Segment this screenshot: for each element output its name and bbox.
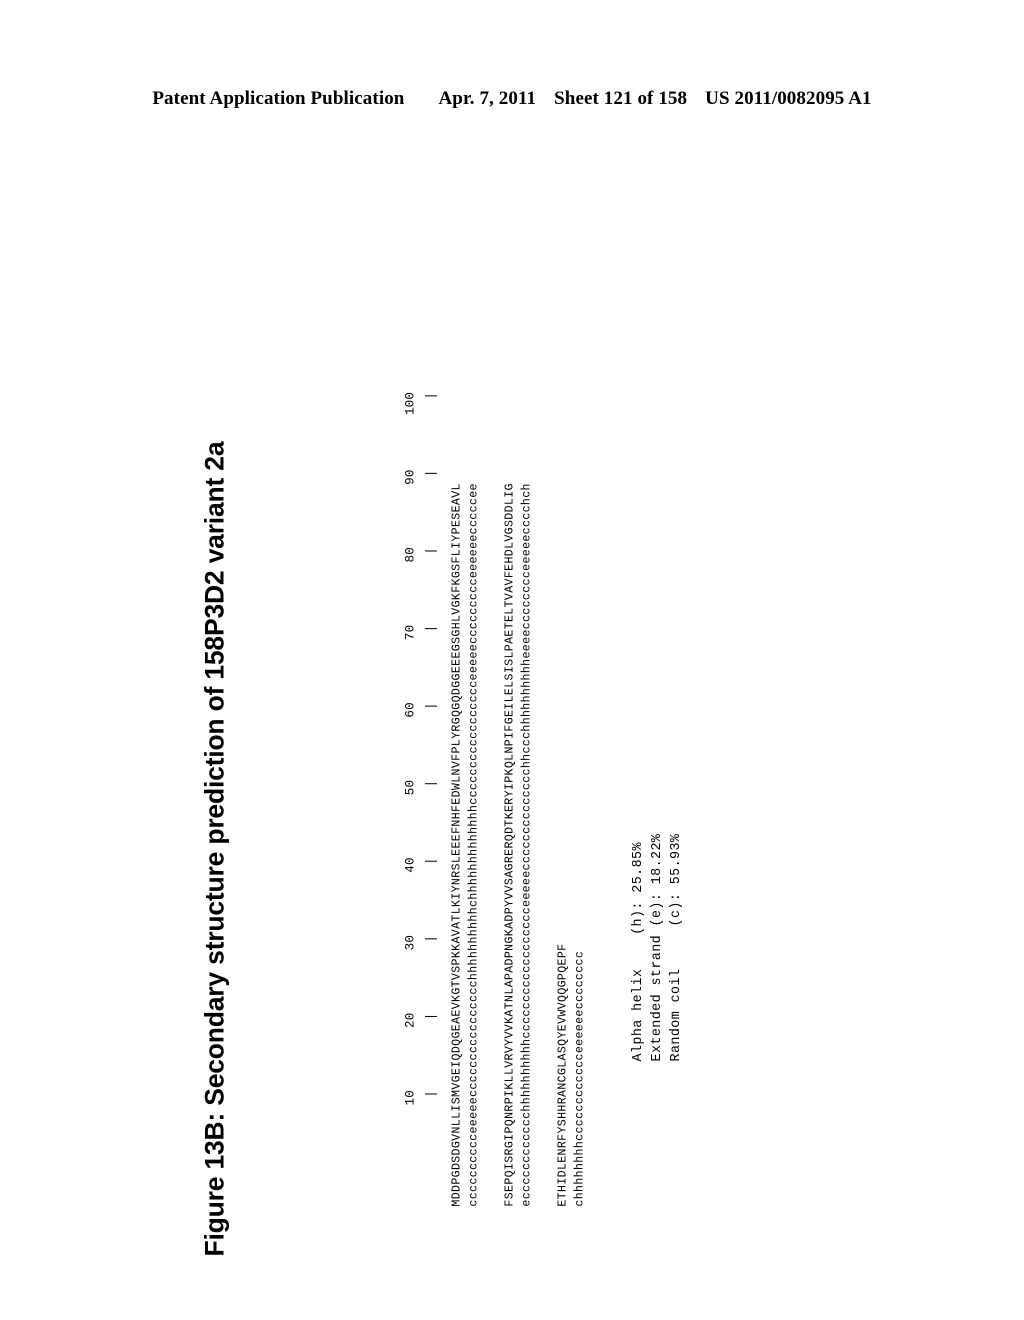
structure-line-3: chhhhhhhhcccccccccccceeeeeecccccccc: [573, 950, 587, 1207]
stats-code-random-coil: (c):: [669, 892, 685, 927]
sequence-line-2: FSEPQISRGIPQNRPIKLLVRVYVVKATNLAPADPNGKAD…: [503, 483, 517, 1207]
figure-area: Figure 13B: Secondary structure predicti…: [0, 150, 1024, 1260]
structure-line-1: cccccccccceeeeecccccccccccccccchhhhhhhhh…: [467, 483, 481, 1207]
ruler-ticks: | | | | | | | | | |: [424, 391, 439, 1168]
stats-pad-random-coil: [669, 926, 684, 968]
stats-value-random-coil: 55.93%: [669, 833, 685, 885]
stats-row-random-coil: Random coil (c): 55.93%: [657, 834, 697, 1096]
stats-gap-random-coil: [669, 884, 684, 892]
header-date-label: Apr. 7, 2011: [438, 88, 537, 109]
sequence-line-1: MDDPGDSDGVNLLISMVGEIQDQGEAEVKGTVSPKKAVAT…: [450, 483, 464, 1207]
ruler-numbers: 10 20 30 40 50 60 70 80 90 100: [403, 391, 418, 1168]
header-patent-number-label: US 2011/0082095 A1: [705, 88, 872, 109]
structure-line-2: ecccccccccccchhhhhhhhhhccccccccccccccccc…: [520, 483, 534, 1207]
stats-label-random-coil: Random coil: [669, 968, 685, 1062]
figure-title: Figure 13B: Secondary structure predicti…: [199, 441, 230, 1257]
page-header: Patent Application Publication Apr. 7, 2…: [0, 88, 1024, 110]
header-publication-label: Patent Application Publication: [152, 88, 405, 109]
header-sheet-label: Sheet 121 of 158: [554, 88, 688, 109]
sequence-line-3: ETHIDLENRFYSHHRANCGLASQYEVWVQQGPQEPF: [556, 943, 570, 1207]
